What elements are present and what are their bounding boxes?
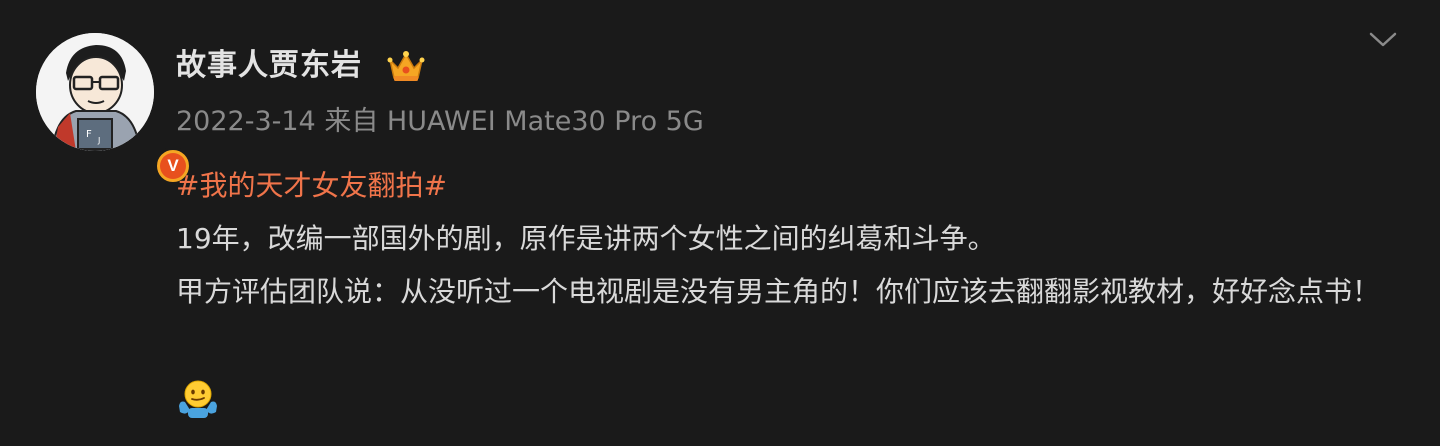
chevron-down-icon[interactable]: [1366, 26, 1400, 52]
post-paragraph: 19年，改编一部国外的剧，原作是讲两个女性之间的纠葛和斗争。: [176, 222, 996, 255]
post-body: #我的天才女友翻拍# 19年，改编一部国外的剧，原作是讲两个女性之间的纠葛和斗争…: [176, 164, 1396, 318]
svg-text:F: F: [86, 129, 92, 140]
shrug-emoji-icon: [179, 380, 217, 418]
avatar[interactable]: F J V: [36, 33, 192, 185]
username[interactable]: 故事人贾东岩: [176, 44, 362, 88]
avatar-illustration: F J: [36, 33, 154, 151]
svg-text:J: J: [97, 136, 100, 145]
post-date[interactable]: 2022-3-14: [176, 106, 324, 137]
crown-icon[interactable]: [386, 48, 426, 84]
source-device: HUAWEI Mate30 Pro 5G: [386, 106, 704, 137]
source-prefix: 来自: [324, 106, 387, 137]
post-meta: 2022-3-14 来自 HUAWEI Mate30 Pro 5G: [176, 102, 704, 142]
hashtag-link[interactable]: #我的天才女友翻拍#: [176, 164, 1396, 212]
weibo-post-card: F J V 故事人贾东岩 2022-3-14 来自 HUAWEI Mate30 …: [0, 0, 1440, 446]
post-paragraph: 甲方评估团队说：从没听过一个电视剧是没有男主角的！你们应该去翻翻影视教材，好好念…: [176, 275, 1381, 308]
